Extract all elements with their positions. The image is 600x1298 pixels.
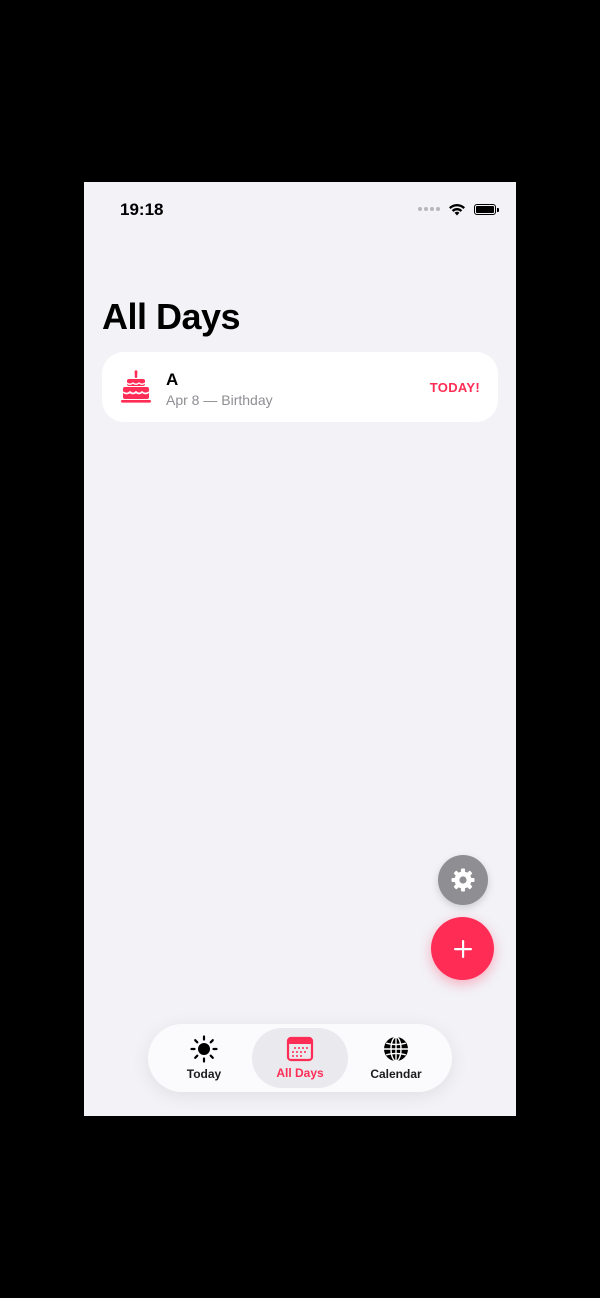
tab-all-days-label: All Days [276,1066,324,1080]
tab-bar: Today All Days Calendar [148,1024,452,1092]
tab-calendar[interactable]: Calendar [348,1028,444,1088]
globe-icon [384,1036,408,1062]
wifi-icon [449,203,465,216]
cellular-signal-icon [418,207,440,211]
tab-calendar-label: Calendar [370,1067,422,1081]
status-time: 19:18 [120,200,164,219]
tab-today-label: Today [186,1067,222,1081]
day-name: A [166,370,179,389]
settings-button[interactable] [438,855,488,905]
battery-icon [474,203,499,215]
day-list-item[interactable]: A Apr 8 — Birthday TODAY! [102,352,498,422]
sun-icon [190,1035,218,1063]
tab-all-days[interactable]: All Days [252,1028,348,1088]
today-badge: TODAY! [429,380,480,395]
day-date-type: Apr 8 — Birthday [166,392,273,408]
page-title: All Days [102,296,241,337]
plus-icon [453,939,472,958]
status-bar: 19:18 [84,182,516,236]
birthday-cake-icon [121,370,151,403]
gear-icon [451,868,475,892]
add-day-button[interactable] [431,917,494,980]
tab-today[interactable]: Today [156,1028,252,1088]
app-screen: 19:18 All Days A Apr 8 — Birthday TODAY! [84,182,516,1116]
calendar-icon [286,1036,314,1062]
status-icons [418,202,499,216]
